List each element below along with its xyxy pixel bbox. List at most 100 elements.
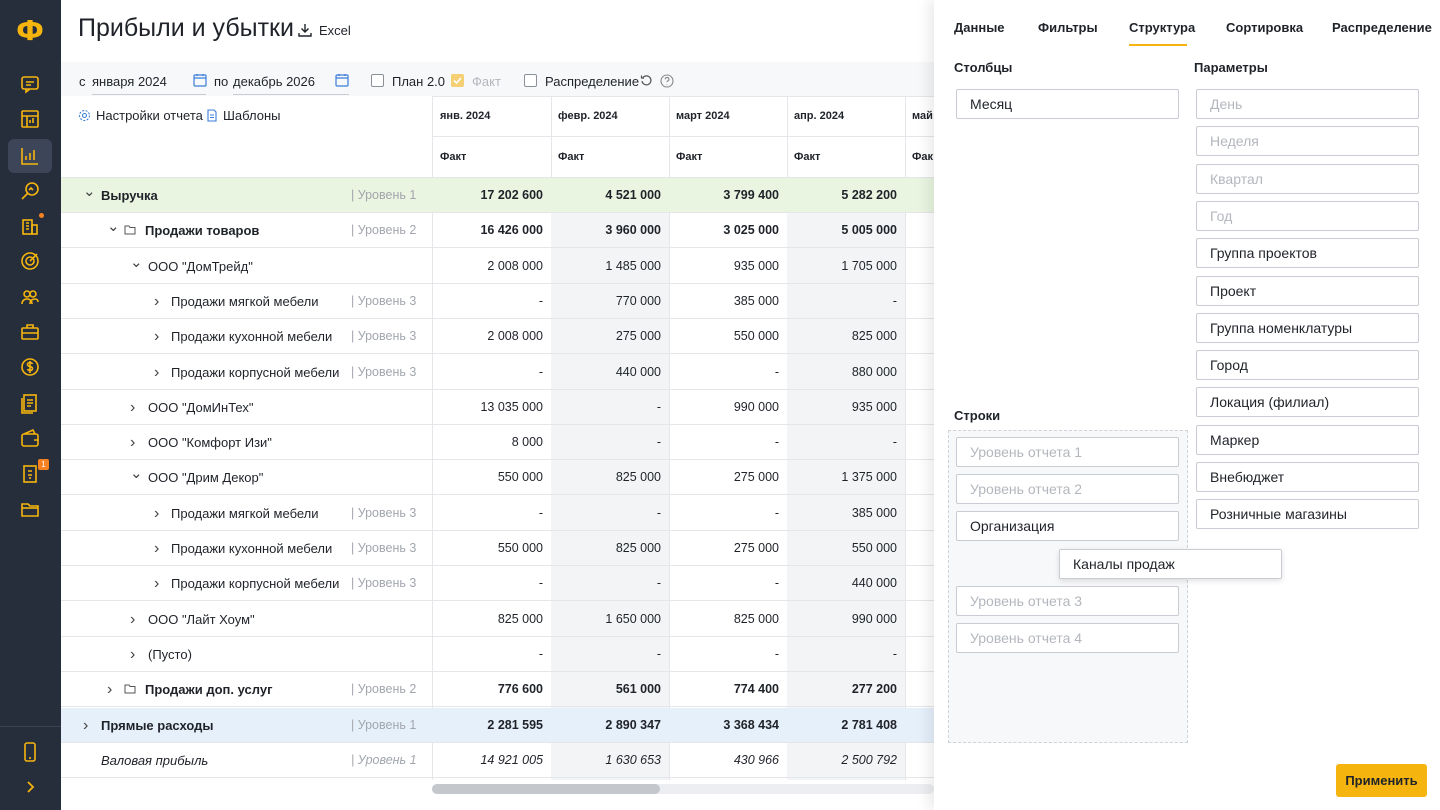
param-field[interactable]: Неделя	[1196, 126, 1419, 157]
tab-distribution[interactable]: Распределение	[1332, 20, 1432, 35]
distribution-checkbox[interactable]	[524, 74, 537, 87]
row-value: -	[892, 293, 897, 308]
table-row[interactable]: ⌄ Продажи товаров | Уровень 2 16 426 000 3 9…	[61, 213, 934, 249]
column-header-sub: Факт	[794, 151, 821, 163]
param-field[interactable]: Локация (филиал)	[1196, 387, 1419, 418]
param-field[interactable]: Год	[1196, 200, 1419, 231]
chevron-right-icon[interactable]: ›	[154, 566, 159, 601]
scrollbar-thumb[interactable]	[432, 784, 660, 794]
chevron-down-icon[interactable]: ⌄	[130, 460, 143, 495]
reset-icon[interactable]	[640, 74, 653, 87]
tab-filters[interactable]: Фильтры	[1038, 20, 1098, 35]
row-value: 5 005 000	[841, 223, 897, 238]
chat-icon[interactable]	[8, 67, 52, 101]
table-row[interactable]: › ООО "Лайт Хоум" 825 000 1 650 000 825 000 9…	[61, 602, 934, 637]
param-field[interactable]: Квартал	[1196, 163, 1419, 194]
row-value: 440 000	[851, 576, 897, 591]
param-field[interactable]: Маркер	[1196, 424, 1419, 455]
mobile-icon[interactable]	[8, 735, 52, 769]
excel-export-button[interactable]: Excel	[297, 22, 351, 38]
table-row[interactable]: › (Пусто) - - - -	[61, 637, 934, 672]
expand-icon[interactable]	[8, 770, 52, 804]
dollar-icon[interactable]	[8, 350, 52, 384]
param-field[interactable]: Проект	[1196, 275, 1419, 306]
row-value: 990 000	[733, 399, 779, 414]
chevron-right-icon[interactable]: ›	[130, 637, 135, 672]
chevron-right-icon[interactable]: ›	[154, 319, 159, 354]
param-field[interactable]: Розничные магазины	[1196, 499, 1419, 530]
briefcase-icon[interactable]	[8, 315, 52, 349]
table-row[interactable]: ⌄ Выручка | Уровень 1 17 202 600 4 521 000 3 …	[61, 178, 934, 213]
folder-icon[interactable]	[8, 492, 52, 526]
table-row[interactable]: › ООО "Комфорт Изи" 8 000 - - -	[61, 425, 934, 461]
row-level: | Уровень 1	[351, 752, 417, 767]
table-row[interactable]: › Продажи доп. услуг | Уровень 2 776 600 561…	[61, 672, 934, 708]
row-field-level-2[interactable]: Уровень отчета 2	[956, 474, 1179, 504]
dragging-field-sales-channels[interactable]: Каналы продаж	[1059, 549, 1282, 579]
param-field[interactable]: Город	[1196, 350, 1419, 381]
chevron-right-icon[interactable]: ›	[130, 390, 135, 425]
dashboard-icon[interactable]	[8, 102, 52, 136]
horizontal-scrollbar[interactable]	[432, 784, 934, 794]
param-field[interactable]: Внебюджет	[1196, 462, 1419, 492]
chevron-right-icon[interactable]: ›	[154, 284, 159, 319]
param-field[interactable]: Группа проектов	[1196, 238, 1419, 269]
row-field-level-4[interactable]: Уровень отчета 4	[956, 623, 1179, 653]
report-settings-button[interactable]: Настройки отчета	[78, 108, 203, 123]
param-field[interactable]: Группа номенклатуры	[1196, 312, 1419, 343]
invoice-icon[interactable]: 1	[8, 457, 52, 491]
table-row[interactable]: › Продажи кухонной мебели | Уровень 3 2 008…	[61, 319, 934, 355]
column-field-month[interactable]: Месяц	[956, 89, 1179, 119]
calendar-to-icon[interactable]	[335, 73, 349, 87]
app-logo[interactable]: Ф	[15, 16, 45, 46]
chevron-right-icon[interactable]: ›	[154, 531, 159, 566]
table-row[interactable]: › Продажи мягкой мебели | Уровень 3 - - - 385 …	[61, 496, 934, 531]
fact-checkbox[interactable]	[451, 74, 464, 87]
table-row[interactable]: Валовая прибыль | Уровень 1 14 921 005 1 63…	[61, 743, 934, 778]
table-row[interactable]: › Продажи корпусной мебели | Уровень 3 - 440…	[61, 355, 934, 390]
row-field-level-3[interactable]: Уровень отчета 3	[956, 586, 1179, 616]
row-value: 550 000	[497, 470, 543, 485]
table-row[interactable]: ⌄ ООО "ДомТрейд" 2 008 000 1 485 000 935 000…	[61, 249, 934, 284]
chevron-right-icon[interactable]: ›	[154, 355, 159, 390]
param-field[interactable]: День	[1196, 89, 1419, 119]
chevron-right-icon[interactable]: ›	[83, 708, 88, 743]
chevron-down-icon[interactable]: ⌄	[130, 249, 143, 284]
chart-icon[interactable]	[8, 139, 52, 173]
chevron-right-icon[interactable]: ›	[130, 602, 135, 637]
row-field-level-1[interactable]: Уровень отчета 1	[956, 437, 1179, 467]
chevron-right-icon[interactable]: ›	[154, 496, 159, 531]
row-value: -	[656, 576, 661, 591]
table-row[interactable]: › Продажи мягкой мебели | Уровень 3 - 770 00…	[61, 284, 934, 319]
table-row[interactable]: › ООО "ДомИнТех" 13 035 000 - 990 000 935 000	[61, 390, 934, 425]
plan-checkbox[interactable]	[371, 74, 384, 87]
analytics-icon[interactable]	[8, 174, 52, 208]
target-icon[interactable]	[8, 244, 52, 278]
documents-icon[interactable]	[8, 386, 52, 420]
table-row[interactable]: › Продажи кухонной мебели | Уровень 3 550 0…	[61, 531, 934, 566]
table-row[interactable]: ⌄ ООО "Дрим Декор" 550 000 825 000 275 000 1 …	[61, 460, 934, 496]
wallet-icon[interactable]	[8, 421, 52, 455]
chevron-right-icon[interactable]: ›	[130, 425, 135, 460]
header-top-line	[432, 96, 934, 97]
row-level: | Уровень 3	[351, 329, 417, 344]
table-row[interactable]: › Прямые расходы | Уровень 1 2 281 595 2 890…	[61, 707, 934, 743]
row-value: 2 008 000	[487, 258, 543, 273]
row-field-organization[interactable]: Организация	[956, 511, 1179, 541]
tab-sorting[interactable]: Сортировка	[1226, 20, 1303, 35]
tab-data[interactable]: Данные	[954, 20, 1005, 35]
chevron-down-icon[interactable]: ⌄	[83, 178, 96, 213]
users-icon[interactable]	[8, 280, 52, 314]
table-row[interactable]: › Продажи корпусной мебели | Уровень 3 - - - 4…	[61, 566, 934, 602]
tab-structure[interactable]: Структура	[1129, 20, 1195, 35]
date-from-field[interactable]: января 2024	[92, 70, 206, 95]
help-icon[interactable]	[660, 74, 674, 88]
chevron-right-icon[interactable]: ›	[107, 672, 112, 707]
row-level: | Уровень 1	[351, 717, 417, 732]
date-to-field[interactable]: декабрь 2026	[233, 70, 349, 95]
templates-button[interactable]: Шаблоны	[206, 108, 281, 123]
calendar-from-icon[interactable]	[193, 73, 207, 87]
buildings-icon[interactable]	[8, 209, 52, 243]
apply-button[interactable]: Применить	[1336, 764, 1427, 797]
chevron-down-icon[interactable]: ⌄	[107, 213, 120, 248]
